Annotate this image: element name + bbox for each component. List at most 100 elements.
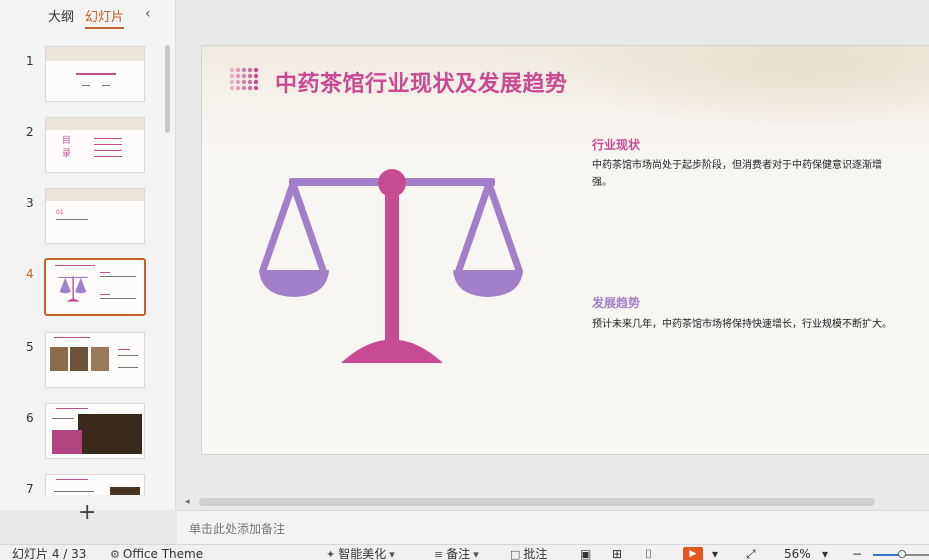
zoom-level[interactable]: 56%	[784, 547, 811, 560]
thumb-photo	[110, 487, 140, 495]
thumb-deco	[46, 118, 144, 130]
beautify-label: 智能美化	[338, 547, 387, 560]
chevron-left-icon[interactable]: ‹	[145, 6, 151, 22]
thumb-title-line	[76, 73, 116, 75]
zoom-slider-thumb[interactable]	[898, 550, 906, 558]
thumb-text-line	[94, 150, 122, 151]
thumbnail-number: 7	[26, 482, 34, 495]
slide-title[interactable]: 中药茶馆行业现状及发展趋势	[275, 66, 568, 98]
theme-name: Office Theme	[122, 547, 204, 560]
thumb-text-line	[56, 219, 88, 220]
slide-background-decoration	[202, 46, 929, 156]
thumb-text-line	[94, 138, 122, 139]
theme-icon: ⚙	[110, 548, 120, 560]
thumb-deco	[46, 47, 144, 61]
thumb-text-line	[54, 491, 94, 492]
development-trend-heading[interactable]: 发展趋势	[592, 294, 640, 311]
thumbnail-scrollbar[interactable]	[165, 45, 170, 133]
theme-indicator[interactable]: ⚙ Office Theme	[110, 547, 203, 560]
thumbnail-row[interactable]: 5	[0, 332, 166, 392]
thumb-deco	[46, 189, 144, 201]
notes-placeholder[interactable]: 单击此处添加备注	[189, 520, 285, 537]
thumb-text-line	[118, 355, 138, 356]
thumbnail-number: 4	[26, 267, 34, 281]
thumb-text-line	[94, 144, 122, 145]
thumb-text-line	[100, 272, 110, 273]
thumb-toc-label-2: 录	[62, 149, 72, 159]
chevron-down-icon[interactable]: ▾	[822, 547, 828, 560]
slide-thumbnail-1[interactable]	[45, 46, 145, 102]
beautify-button[interactable]: ✦ 智能美化 ▾	[326, 547, 398, 560]
zoom-out-icon[interactable]: −	[852, 547, 862, 560]
current-slide[interactable]: 中药茶馆行业现状及发展趋势 行业现状 中药茶馆市场尚处于起步阶段，但消费者对于中…	[201, 45, 929, 455]
scroll-left-icon[interactable]: ◂	[185, 497, 190, 507]
thumb-text-line	[82, 85, 90, 86]
thumb-section-number: 01	[56, 209, 64, 216]
beautify-icon: ✦	[326, 548, 336, 560]
slide-thumbnail-7[interactable]	[45, 474, 145, 495]
thumb-text-line	[100, 294, 110, 295]
comment-icon: □	[510, 548, 521, 560]
tab-slides[interactable]: 幻灯片	[85, 6, 125, 29]
thumbnail-number: 6	[26, 411, 34, 425]
normal-view-icon[interactable]: ▣	[580, 547, 591, 560]
thumb-box	[52, 430, 82, 454]
reading-view-icon[interactable]: ⌷	[645, 547, 652, 560]
thumbnail-number: 5	[26, 340, 34, 354]
thumbnail-row[interactable]: 6	[0, 403, 166, 463]
status-bar: 幻灯片 4 / 33 ⚙ Office Theme ✦ 智能美化 ▾ ≡ 备注 ▾ □ 批注…	[0, 544, 929, 560]
thumbnail-row-active[interactable]: 4	[0, 258, 166, 319]
thumb-scale-icon	[58, 276, 88, 302]
notes-icon: ≡	[434, 548, 444, 560]
notes-pane[interactable]: 单击此处添加备注	[177, 510, 929, 544]
thumb-photo	[78, 414, 142, 454]
notes-toggle-button[interactable]: ≡ 备注 ▾	[434, 547, 482, 560]
thumbnail-number: 3	[26, 196, 34, 210]
thumbnail-row[interactable]: 3 01	[0, 188, 166, 248]
title-dots-icon	[229, 67, 259, 91]
slide-thumbnail-5[interactable]	[45, 332, 145, 388]
thumb-toc-label-1: 目	[62, 136, 72, 146]
slide-panel: 大纲 幻灯片 ‹ 1 2 目 录 3 01 4 5 6 7 +	[0, 0, 176, 524]
thumb-text-line	[94, 156, 122, 157]
thumbnail-number: 2	[26, 125, 34, 139]
comments-button[interactable]: □ 批注	[510, 547, 547, 560]
play-slideshow-icon[interactable]: ▶	[683, 547, 703, 560]
chevron-down-icon[interactable]: ▾	[712, 547, 718, 560]
industry-status-body[interactable]: 中药茶馆市场尚处于起步阶段，但消费者对于中药保健意识逐渐增强。	[592, 157, 892, 191]
balance-scale-icon	[259, 169, 523, 363]
thumb-title-line	[56, 408, 88, 409]
development-trend-body[interactable]: 预计未来几年，中药茶馆市场将保持快速增长，行业规模不断扩大。	[592, 316, 892, 333]
thumb-photo	[91, 347, 109, 371]
thumb-text-line	[52, 418, 74, 419]
slide-thumbnail-6[interactable]	[45, 403, 145, 459]
thumbnail-row[interactable]: 1	[0, 46, 166, 106]
thumbnail-row[interactable]: 2 目 录	[0, 117, 166, 177]
thumbnail-number: 1	[26, 54, 34, 68]
thumb-text-line	[102, 85, 110, 86]
thumb-photo	[50, 347, 68, 371]
chevron-down-icon: ▾	[389, 548, 395, 560]
slide-thumbnail-4[interactable]	[44, 258, 146, 316]
tab-outline[interactable]: 大纲	[48, 6, 74, 25]
thumb-text-line	[118, 349, 130, 350]
thumb-title-line	[56, 479, 88, 480]
thumb-text-line	[100, 276, 136, 277]
thumb-title-line	[54, 337, 90, 338]
add-slide-button[interactable]: +	[78, 502, 96, 524]
industry-status-heading[interactable]: 行业现状	[592, 136, 640, 153]
thumb-photo	[70, 347, 88, 371]
notes-toggle-label: 备注	[446, 547, 471, 560]
horizontal-scrollbar[interactable]	[199, 498, 875, 506]
fit-window-icon[interactable]: ⤢	[746, 547, 756, 560]
slide-sorter-icon[interactable]: ⊞	[612, 547, 622, 560]
thumbnail-row[interactable]: 7	[0, 474, 166, 495]
thumb-text-line	[100, 298, 136, 299]
thumbnail-list: 1 2 目 录 3 01 4 5 6 7	[0, 40, 166, 495]
slide-thumbnail-3[interactable]: 01	[45, 188, 145, 244]
slide-thumbnail-2[interactable]: 目 录	[45, 117, 145, 173]
slide-counter: 幻灯片 4 / 33	[12, 547, 87, 560]
comments-label: 批注	[523, 547, 548, 560]
thumb-title-line	[55, 265, 95, 266]
panel-tabs: 大纲 幻灯片 ‹	[0, 0, 176, 30]
